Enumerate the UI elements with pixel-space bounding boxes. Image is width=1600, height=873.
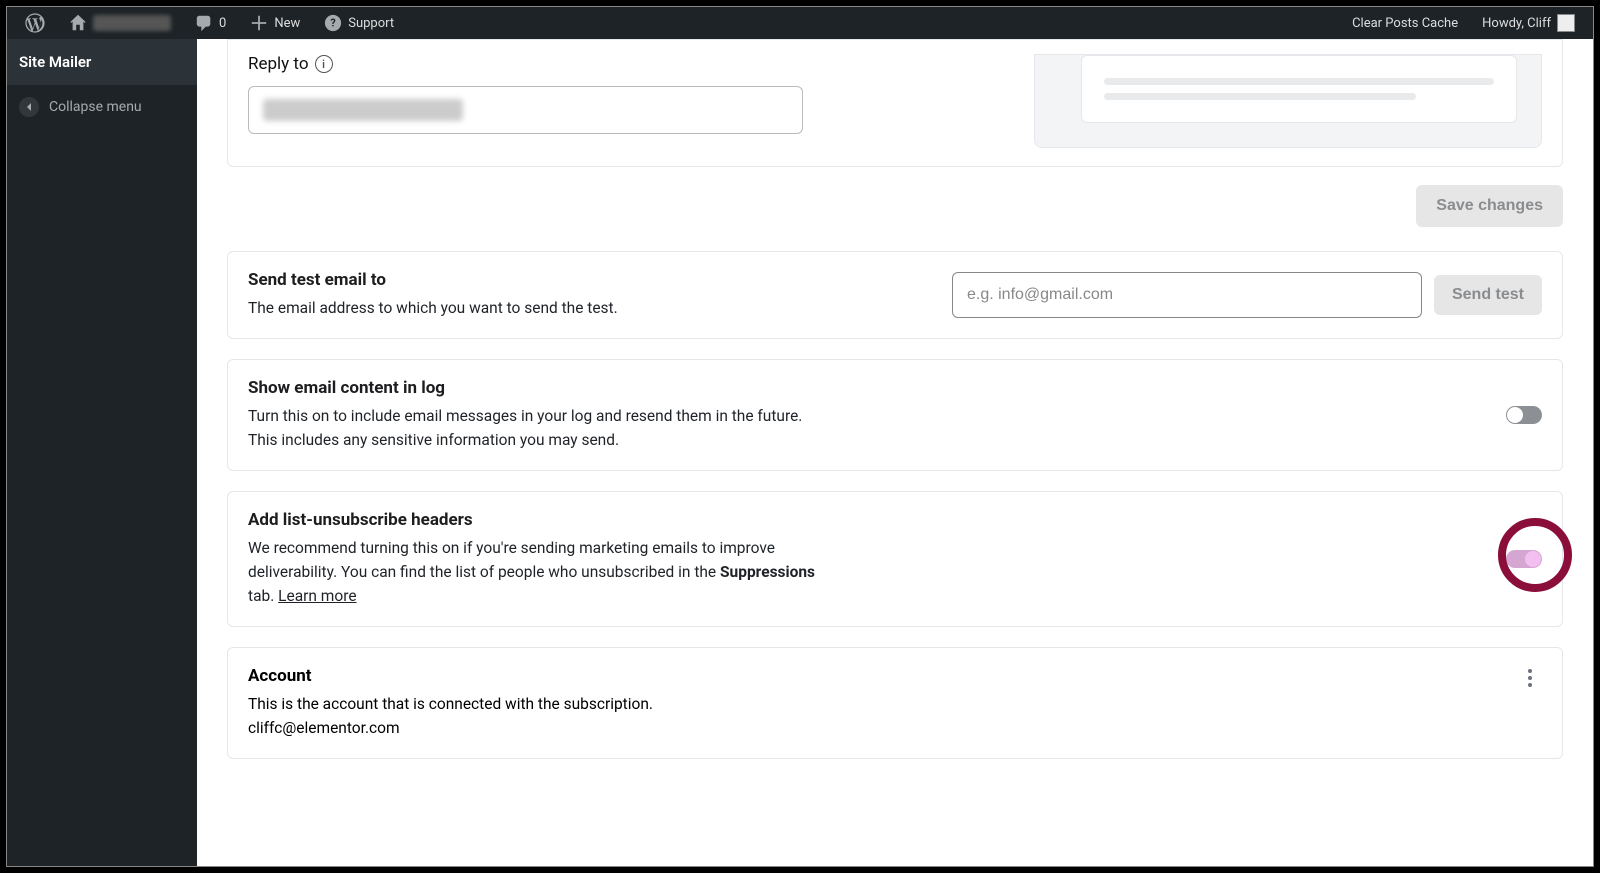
help-icon: ? — [324, 14, 342, 32]
support-label: Support — [348, 16, 394, 31]
svg-text:?: ? — [331, 17, 336, 30]
email-log-toggle[interactable] — [1506, 406, 1542, 424]
account-card: Account This is the account that is conn… — [227, 647, 1563, 759]
email-log-desc: Turn this on to include email messages i… — [248, 404, 802, 452]
account-desc: This is the account that is connected wi… — [248, 692, 653, 740]
account-title: Account — [248, 666, 653, 686]
email-preview-panel — [1034, 54, 1542, 148]
reply-to-input[interactable] — [248, 86, 803, 134]
unsubscribe-headers-card: Add list-unsubscribe headers We recommen… — [227, 491, 1563, 627]
howdy-account[interactable]: Howdy, Cliff — [1472, 7, 1585, 39]
unsubscribe-title: Add list-unsubscribe headers — [248, 510, 828, 530]
preview-line — [1104, 93, 1416, 100]
collapse-icon — [19, 97, 39, 117]
save-changes-button[interactable]: Save changes — [1416, 185, 1563, 227]
support-link[interactable]: ? Support — [314, 7, 404, 39]
site-name-blurred — [93, 15, 171, 31]
comments-link[interactable]: 0 — [185, 7, 236, 39]
account-menu-button[interactable] — [1518, 666, 1542, 690]
avatar — [1557, 14, 1575, 32]
sender-settings-card: Reply to i — [227, 39, 1563, 167]
wordpress-icon — [25, 13, 45, 33]
main-content: Reply to i Save changes — [197, 39, 1593, 866]
wp-logo-menu[interactable] — [15, 7, 55, 39]
plus-icon — [250, 14, 268, 32]
reply-to-value-blurred — [263, 99, 463, 121]
send-test-card: Send test email to The email address to … — [227, 251, 1563, 339]
send-test-title: Send test email to — [248, 270, 618, 290]
unsubscribe-desc: We recommend turning this on if you're s… — [248, 536, 828, 608]
email-log-title: Show email content in log — [248, 378, 802, 398]
admin-sidebar: Site Mailer Collapse menu — [7, 39, 197, 866]
new-label: New — [274, 16, 300, 31]
sidebar-item-site-mailer[interactable]: Site Mailer — [7, 39, 197, 85]
new-content-link[interactable]: New — [240, 7, 310, 39]
wp-admin-bar: 0 New ? Support Clear Posts Cache Howdy,… — [7, 7, 1593, 39]
learn-more-link[interactable]: Learn more — [278, 587, 356, 605]
email-log-card: Show email content in log Turn this on t… — [227, 359, 1563, 471]
collapse-menu-button[interactable]: Collapse menu — [7, 85, 197, 129]
info-icon[interactable]: i — [315, 55, 333, 73]
send-test-button[interactable]: Send test — [1434, 275, 1542, 315]
reply-to-label: Reply to i — [248, 54, 858, 74]
unsubscribe-toggle[interactable] — [1506, 550, 1542, 568]
account-email: cliffc@elementor.com — [248, 719, 400, 737]
send-test-desc: The email address to which you want to s… — [248, 296, 618, 320]
site-home-link[interactable] — [59, 7, 181, 39]
clear-posts-cache[interactable]: Clear Posts Cache — [1342, 7, 1468, 39]
home-icon — [69, 14, 87, 32]
comment-icon — [195, 14, 213, 32]
comments-count: 0 — [219, 16, 226, 31]
preview-line — [1104, 78, 1494, 85]
test-email-input[interactable] — [952, 272, 1422, 318]
